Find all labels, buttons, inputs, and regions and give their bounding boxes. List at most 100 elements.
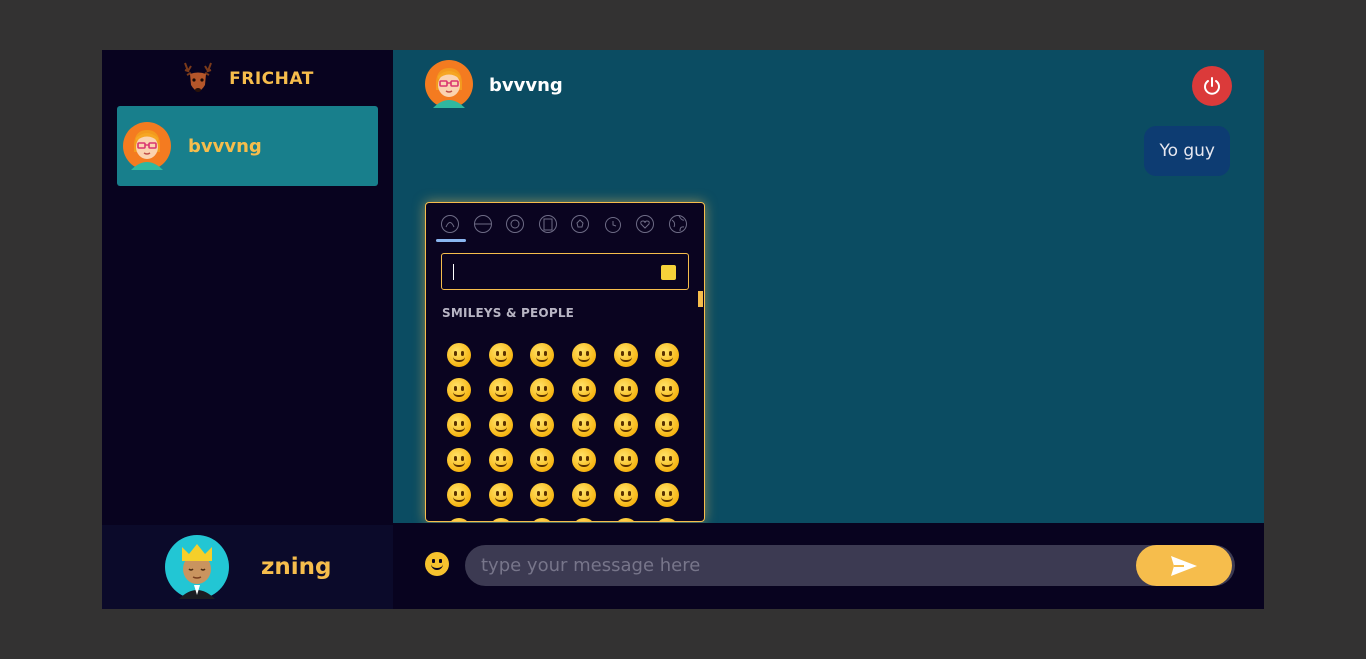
emoji-item[interactable] xyxy=(646,337,688,372)
emoji-item[interactable] xyxy=(605,512,647,521)
emoji-face-icon xyxy=(613,482,638,507)
emoji-item[interactable] xyxy=(646,372,688,407)
emoji-item[interactable] xyxy=(438,407,480,442)
deer-icon xyxy=(184,62,213,92)
emoji-item[interactable] xyxy=(521,512,563,521)
emoji-face-icon xyxy=(488,377,513,402)
emoji-face-icon xyxy=(655,342,680,367)
emoji-item[interactable] xyxy=(438,477,480,512)
emoji-face-icon xyxy=(571,377,596,402)
message-input[interactable] xyxy=(465,545,1235,586)
emoji-face-icon xyxy=(613,447,638,472)
emoji-face-icon xyxy=(571,412,596,437)
emoji-face-icon xyxy=(571,517,596,521)
emoji-face-icon xyxy=(488,412,513,437)
clock-outline-icon xyxy=(604,217,621,233)
emoji-section-label: SMILEYS & PEOPLE xyxy=(442,306,575,320)
emoji-face-icon xyxy=(488,517,513,521)
emoji-item[interactable] xyxy=(480,477,522,512)
chat-title: bvvvng xyxy=(489,75,563,96)
emoji-face-icon xyxy=(446,447,471,472)
ball-outline-icon xyxy=(571,215,590,233)
building-outline-icon xyxy=(538,215,557,233)
emoji-face-icon xyxy=(530,482,555,507)
emoji-item[interactable] xyxy=(563,477,605,512)
emoji-search-field[interactable] xyxy=(441,253,689,290)
emoji-face-icon xyxy=(571,447,596,472)
emoji-face-icon xyxy=(655,482,680,507)
message-bubble-outgoing: Yo guy xyxy=(1144,126,1230,176)
emoji-item[interactable] xyxy=(563,512,605,521)
emoji-item[interactable] xyxy=(646,442,688,477)
emoji-face-icon xyxy=(446,482,471,507)
tab-symbols[interactable] xyxy=(629,211,662,241)
emoji-face-icon xyxy=(446,517,471,521)
emoji-face-icon xyxy=(488,447,513,472)
message-composer xyxy=(393,523,1264,609)
emoji-item[interactable] xyxy=(480,442,522,477)
emoji-toggle-button[interactable] xyxy=(425,552,449,576)
emoji-item[interactable] xyxy=(563,407,605,442)
food-outline-icon xyxy=(506,215,525,233)
tab-smileys-people[interactable] xyxy=(434,211,467,242)
emoji-item[interactable] xyxy=(605,372,647,407)
chat-panel: bvvvng Yo guy SMILEYS & PEOPLE type your… xyxy=(393,50,1264,609)
emoji-face-icon xyxy=(488,342,513,367)
emoji-grid xyxy=(438,337,690,521)
brand: FRICHAT xyxy=(102,60,393,98)
emoji-item[interactable] xyxy=(521,372,563,407)
emoji-item[interactable] xyxy=(605,337,647,372)
emoji-item[interactable] xyxy=(521,477,563,512)
emoji-item[interactable] xyxy=(438,372,480,407)
emoji-face-icon xyxy=(613,517,638,521)
emoji-face-icon xyxy=(446,377,471,402)
emoji-item[interactable] xyxy=(438,337,480,372)
emoji-item[interactable] xyxy=(646,407,688,442)
emoji-item[interactable] xyxy=(563,442,605,477)
tab-animals-nature[interactable] xyxy=(467,211,500,241)
emoji-item[interactable] xyxy=(521,337,563,372)
emoji-item[interactable] xyxy=(605,407,647,442)
tab-activities[interactable] xyxy=(564,211,597,241)
animal-outline-icon xyxy=(473,215,492,233)
emoji-item[interactable] xyxy=(605,477,647,512)
emoji-item[interactable] xyxy=(438,442,480,477)
send-button[interactable] xyxy=(1136,545,1232,586)
emoji-item[interactable] xyxy=(480,337,522,372)
power-icon xyxy=(1204,77,1220,95)
smiley-outline-icon xyxy=(441,215,460,233)
tab-travel-places[interactable] xyxy=(532,211,565,241)
emoji-item[interactable] xyxy=(646,512,688,521)
logout-button[interactable] xyxy=(1192,66,1232,106)
emoji-item[interactable] xyxy=(646,477,688,512)
current-user-panel: zning xyxy=(102,525,393,609)
tab-flags[interactable] xyxy=(662,211,695,241)
emoji-item[interactable] xyxy=(480,512,522,521)
emoji-face-icon xyxy=(655,517,680,521)
contact-item-bvvvng[interactable]: bvvvng xyxy=(117,106,378,186)
chat-app: FRICHAT bvvvng zning bvvvng Yo guy SMILE… xyxy=(102,50,1264,609)
emoji-face-icon xyxy=(530,447,555,472)
emoji-face-icon xyxy=(530,377,555,402)
emoji-item[interactable] xyxy=(480,372,522,407)
chat-header: bvvvng xyxy=(393,50,1264,122)
tab-food-drink[interactable] xyxy=(499,211,532,241)
emoji-face-icon xyxy=(530,342,555,367)
emoji-item[interactable] xyxy=(438,512,480,521)
emoji-item[interactable] xyxy=(521,442,563,477)
emoji-face-icon xyxy=(446,342,471,367)
emoji-face-icon xyxy=(530,517,555,521)
girl-glasses-avatar-icon xyxy=(123,122,171,170)
tab-objects[interactable] xyxy=(597,211,630,241)
emoji-item[interactable] xyxy=(563,337,605,372)
emoji-item[interactable] xyxy=(521,407,563,442)
emoji-item[interactable] xyxy=(563,372,605,407)
emoji-item[interactable] xyxy=(605,442,647,477)
emoji-face-icon xyxy=(613,412,638,437)
emoji-picker: SMILEYS & PEOPLE xyxy=(425,202,705,522)
emoji-face-icon xyxy=(571,342,596,367)
emoji-face-icon xyxy=(488,482,513,507)
emoji-item[interactable] xyxy=(480,407,522,442)
emoji-scrollbar[interactable] xyxy=(698,291,703,307)
emoji-face-icon xyxy=(446,412,471,437)
